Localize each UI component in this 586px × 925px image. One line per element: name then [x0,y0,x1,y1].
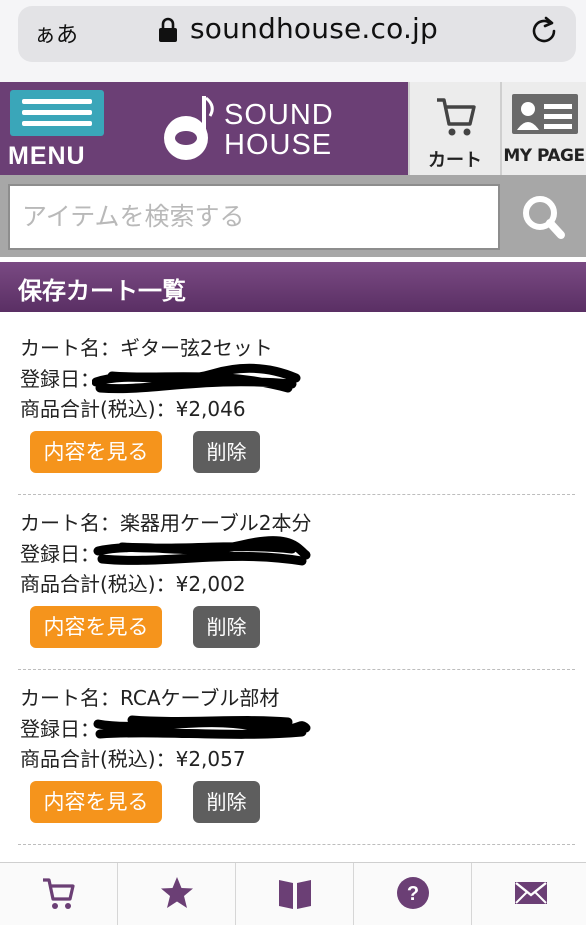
menu-label: MENU [8,142,86,170]
cart-date-label: 登録日： [20,367,100,391]
delete-button[interactable]: 削除 [193,781,260,823]
redaction-mark [93,536,311,566]
saved-cart-item: カート名：RCAケーブル部材 登録日： 商品合計(税込)：¥2,057 内容を見… [0,672,586,846]
reload-icon[interactable] [528,15,560,47]
site-header: MENU SOUND HOUSE カート MY PAGE [0,82,586,175]
cart-name: カート名：楽器用ケーブル2本分 [20,511,312,535]
logo-text-house: HOUSE [224,129,333,161]
browser-bar: ぁあ soundhouse.co.jp [0,0,586,82]
cart-total: 商品合計(税込)：¥2,057 [20,747,246,771]
view-contents-button[interactable]: 内容を見る [30,781,162,823]
cart-icon [43,878,75,909]
search-icon [523,196,565,239]
nav-help[interactable]: ? [354,863,472,925]
book-icon [279,880,311,909]
menu-button[interactable]: MENU [8,90,104,170]
bottom-nav: ? [0,862,586,925]
logo-text-sound: SOUND [224,99,334,131]
cart-date-label: 登録日： [20,542,100,566]
star-icon [161,877,193,908]
svg-text:?: ? [407,883,419,905]
mypage-label: MY PAGE [503,146,585,166]
cart-name: カート名：ギター弦2セット [20,336,273,360]
page-title: 保存カート一覧 [18,277,186,305]
text-size-button[interactable]: ぁあ [34,17,78,49]
cart-label: カート [428,150,482,171]
cart-name: カート名：RCAケーブル部材 [20,686,280,710]
cart-total: 商品合計(税込)：¥2,046 [20,397,246,421]
cart-total: 商品合計(税込)：¥2,002 [20,572,246,596]
divider [18,669,575,670]
lock-icon [159,17,177,42]
search-bar: アイテムを検索する [0,175,586,257]
delete-button[interactable]: 削除 [193,606,260,648]
hamburger-icon [10,90,104,136]
url-text[interactable]: soundhouse.co.jp [190,12,438,45]
view-contents-button[interactable]: 内容を見る [30,606,162,648]
divider [18,494,575,495]
help-icon: ? [397,877,429,909]
mail-icon [515,882,547,904]
divider [18,844,575,845]
mypage-icon [512,94,578,134]
redaction-mark [93,715,311,739]
nav-cart[interactable] [0,863,118,925]
redaction-mark [92,363,301,394]
delete-button[interactable]: 削除 [193,431,260,473]
nav-favorites[interactable] [118,863,236,925]
cart-button[interactable]: カート [408,82,500,175]
cart-icon [437,98,476,136]
logo-icon [164,96,214,160]
nav-contact[interactable] [472,863,586,925]
cart-date-label: 登録日： [20,717,100,741]
saved-cart-item: カート名：ギター弦2セット 登録日： 商品合計(税込)：¥2,046 内容を見る… [0,322,586,496]
nav-guide[interactable] [236,863,354,925]
page-title-bar: 保存カート一覧 [0,262,586,312]
search-input[interactable]: アイテムを検索する [8,184,500,250]
view-contents-button[interactable]: 内容を見る [30,431,162,473]
saved-cart-item: カート名：楽器用ケーブル2本分 登録日： 商品合計(税込)：¥2,002 内容を… [0,497,586,671]
mypage-button[interactable]: MY PAGE [500,82,586,175]
site-logo[interactable]: SOUND HOUSE [158,92,368,162]
search-button[interactable] [506,184,582,250]
